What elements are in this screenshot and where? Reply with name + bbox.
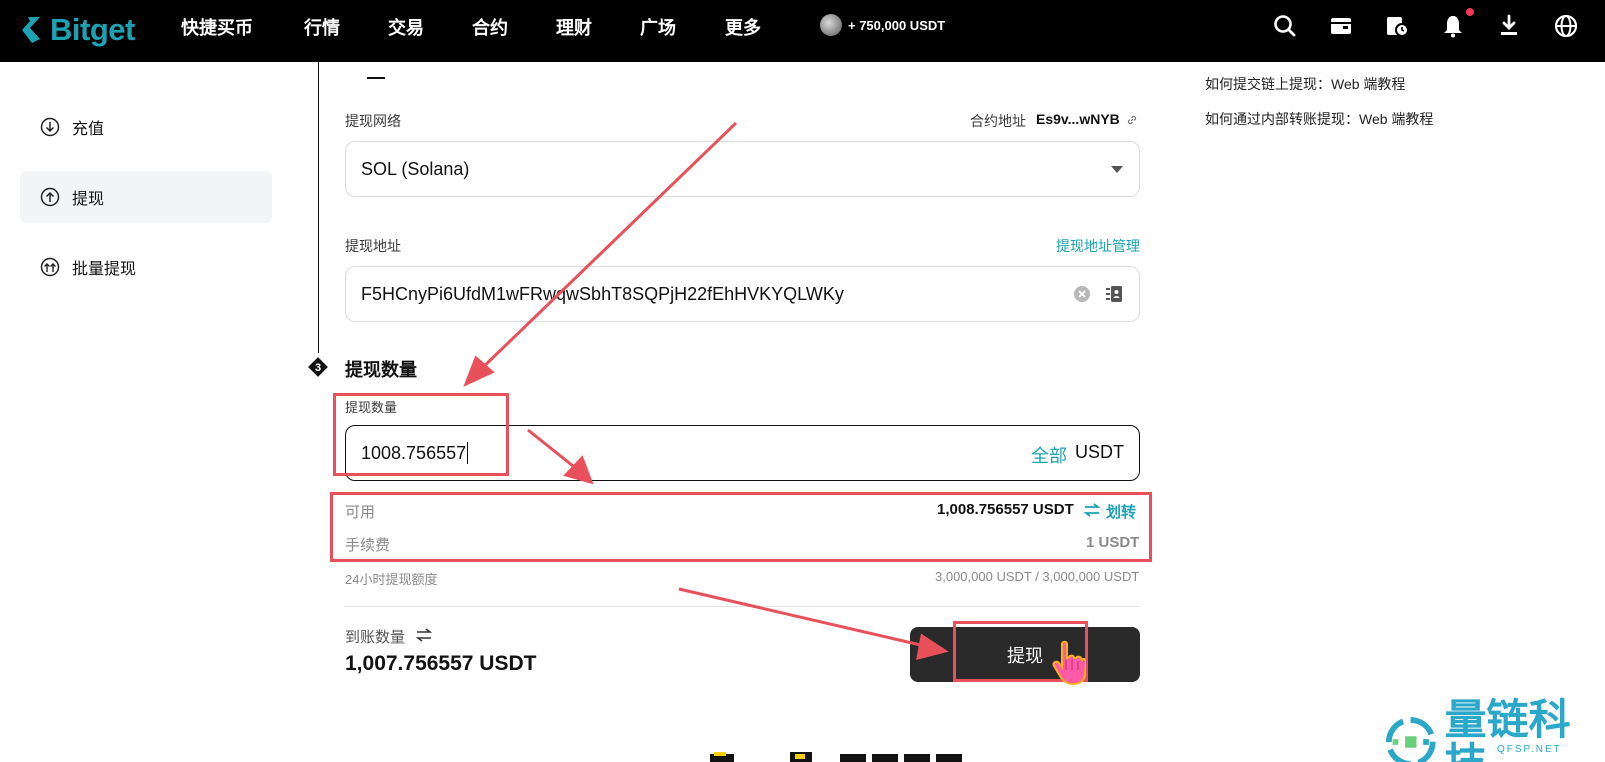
- sidebar-item-withdraw[interactable]: 提现: [20, 171, 272, 223]
- address-input-value: F5HCnyPi6UfdM1wFRwqwSbhT8SQPjH22fEhHVKYQ…: [361, 283, 844, 304]
- watermark-logo-icon: [1385, 717, 1436, 762]
- nav-quick-buy[interactable]: 快捷买币: [181, 14, 253, 40]
- wallet-icon[interactable]: [1328, 13, 1354, 39]
- nav-earn[interactable]: 理财: [556, 14, 592, 40]
- help-link-internal[interactable]: 如何通过内部转账提现：Web 端教程: [1205, 109, 1433, 129]
- annotation-box-amount: [333, 393, 509, 476]
- amount-section-title: 提现数量: [345, 360, 417, 380]
- nav-trade[interactable]: 交易: [388, 14, 424, 40]
- annotation-arrow-1-head: [463, 355, 495, 387]
- network-select-value: SOL (Solana): [361, 158, 470, 179]
- receive-amount-value: 1,007.756557 USDT: [345, 652, 537, 675]
- daily-limit-value: 3,000,000 USDT / 3,000,000 USDT: [935, 569, 1140, 584]
- promo-icon: [820, 14, 842, 36]
- step-3-badge: 3: [308, 357, 328, 377]
- sidebar-item-label: 充值: [72, 121, 105, 138]
- download-icon[interactable]: [1496, 13, 1522, 39]
- promo-banner[interactable]: + 750,000 USDT: [820, 14, 945, 36]
- watermark-subtext: QFSP.NET: [1497, 744, 1562, 755]
- bottom-cropped-graphic: [710, 752, 962, 762]
- swap-icon[interactable]: [416, 628, 432, 642]
- tab-underline: [367, 77, 385, 79]
- annotation-arrow-3: [678, 587, 926, 648]
- bell-icon[interactable]: [1440, 13, 1466, 39]
- promo-text: + 750,000 USDT: [848, 17, 946, 33]
- deposit-icon: [40, 117, 60, 137]
- nav-futures[interactable]: 合约: [472, 14, 508, 40]
- address-management-link[interactable]: 提现地址管理: [1056, 236, 1140, 256]
- withdraw-icon: [40, 187, 60, 207]
- step-number: 3: [315, 362, 321, 374]
- batch-withdraw-icon: [40, 257, 60, 277]
- nav-more[interactable]: 更多: [725, 14, 761, 40]
- annotation-box-available-fee: [330, 492, 1152, 562]
- address-label: 提现地址: [345, 238, 401, 254]
- network-label: 提现网络: [345, 113, 401, 129]
- amount-currency: USDT: [1075, 442, 1124, 462]
- chevron-down-icon: [1111, 166, 1123, 173]
- brand-name: Bitget: [50, 12, 135, 47]
- max-all-button[interactable]: 全部: [1031, 442, 1067, 468]
- order-history-icon[interactable]: [1384, 13, 1410, 39]
- search-icon[interactable]: [1272, 13, 1298, 39]
- globe-icon[interactable]: [1553, 13, 1579, 39]
- clear-icon[interactable]: [1073, 285, 1091, 303]
- notification-dot: [1466, 8, 1474, 16]
- address-book-icon[interactable]: [1104, 284, 1124, 304]
- help-link-onchain[interactable]: 如何提交链上提现：Web 端教程: [1205, 74, 1405, 94]
- bitget-logo-icon: [22, 17, 40, 43]
- divider: [345, 606, 1140, 607]
- top-navbar: Bitget 快捷买币 行情 交易 合约 理财 广场 更多 + 750,000 …: [0, 0, 1605, 62]
- nav-square[interactable]: 广场: [640, 14, 676, 40]
- sidebar-item-label: 提现: [72, 191, 105, 208]
- nav-markets[interactable]: 行情: [304, 14, 340, 40]
- contract-address-value: Es9v...wNYB: [1036, 111, 1120, 127]
- watermark: 量链科技: [1385, 698, 1605, 762]
- hand-pointer-icon: [1052, 640, 1086, 686]
- link-icon[interactable]: [1126, 114, 1138, 126]
- network-select[interactable]: SOL (Solana): [345, 141, 1140, 197]
- sidebar-item-deposit[interactable]: 充值: [20, 101, 272, 153]
- sidebar-item-batch-withdraw[interactable]: 批量提现: [20, 241, 272, 293]
- daily-limit-label: 24小时提现额度: [345, 572, 438, 587]
- bitget-logo[interactable]: Bitget: [18, 8, 135, 52]
- address-input[interactable]: F5HCnyPi6UfdM1wFRwqwSbhT8SQPjH22fEhHVKYQ…: [345, 266, 1140, 322]
- receive-amount-label: 到账数量: [345, 629, 406, 646]
- sidebar-item-label: 批量提现: [72, 261, 137, 278]
- contract-address-label: 合约地址: [970, 113, 1026, 129]
- step-connector-line: [318, 62, 319, 353]
